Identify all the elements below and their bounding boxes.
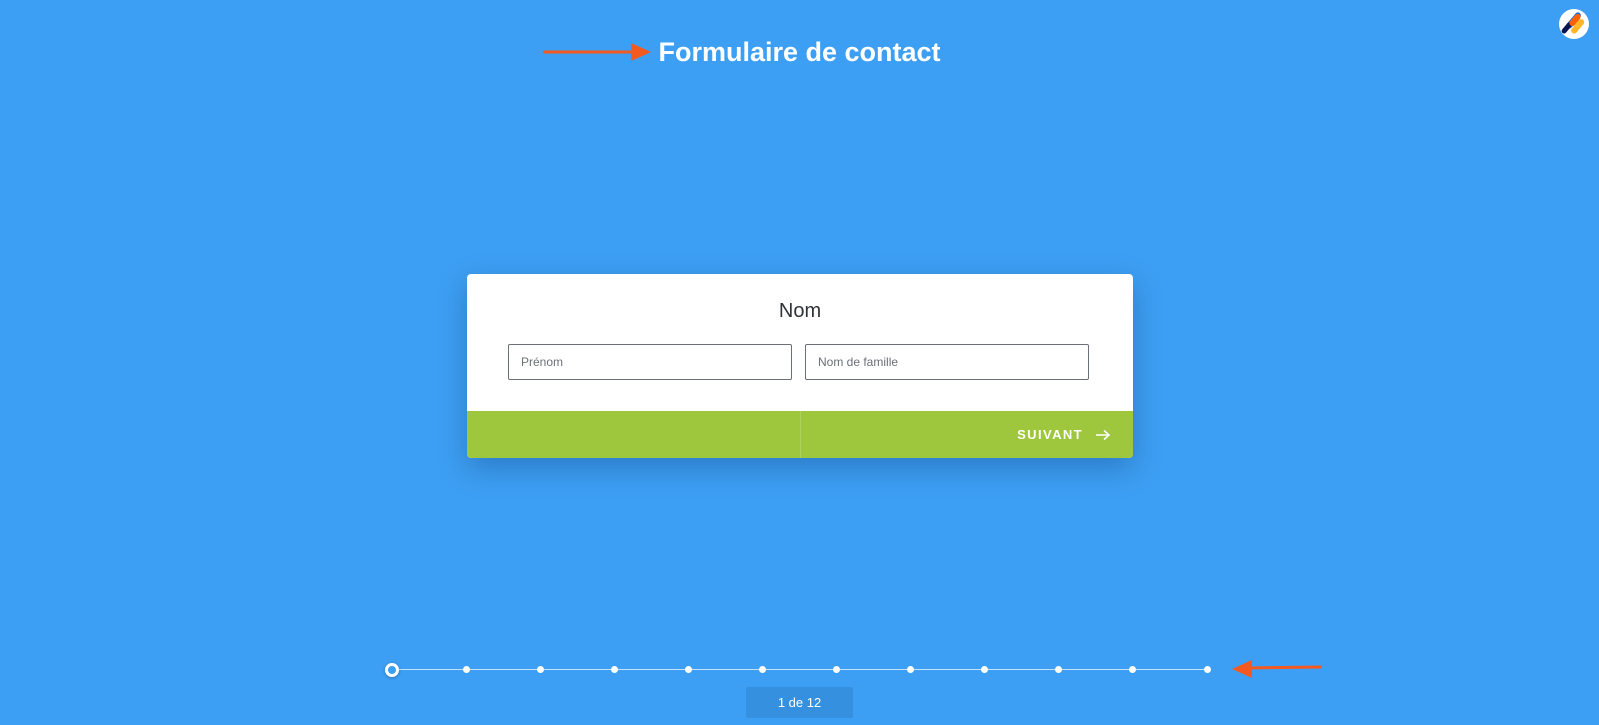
progress-step[interactable]: [610, 666, 618, 673]
question-label: Nom: [778, 300, 822, 322]
jotform-logo-icon[interactable]: [1558, 8, 1590, 40]
first-name-input[interactable]: [508, 344, 792, 380]
progress-step-current[interactable]: [385, 662, 399, 677]
progress-line: [392, 669, 1207, 670]
progress-step[interactable]: [1129, 666, 1137, 673]
progress-step[interactable]: [758, 666, 766, 673]
next-button-label: SUIVANT: [1017, 427, 1083, 442]
progress-step[interactable]: [536, 666, 544, 673]
progress-step[interactable]: [462, 666, 470, 673]
card-footer: SUIVANT: [467, 411, 1133, 458]
next-button[interactable]: SUIVANT: [801, 411, 1133, 458]
page-counter: 1 de 12: [746, 687, 853, 718]
progress-step[interactable]: [1055, 666, 1063, 673]
progress-step[interactable]: [1203, 666, 1211, 673]
question-card: Nom SUIVANT: [467, 274, 1133, 458]
progress-step[interactable]: [684, 666, 692, 673]
arrow-right-icon: [1096, 429, 1111, 440]
progress-step[interactable]: [833, 666, 841, 673]
last-name-input[interactable]: [805, 344, 1089, 380]
annotation-arrow-left-icon: [1232, 660, 1323, 678]
progress-step[interactable]: [981, 666, 989, 673]
page-title: Formulaire de contact: [658, 37, 941, 67]
progress-step[interactable]: [907, 666, 915, 673]
